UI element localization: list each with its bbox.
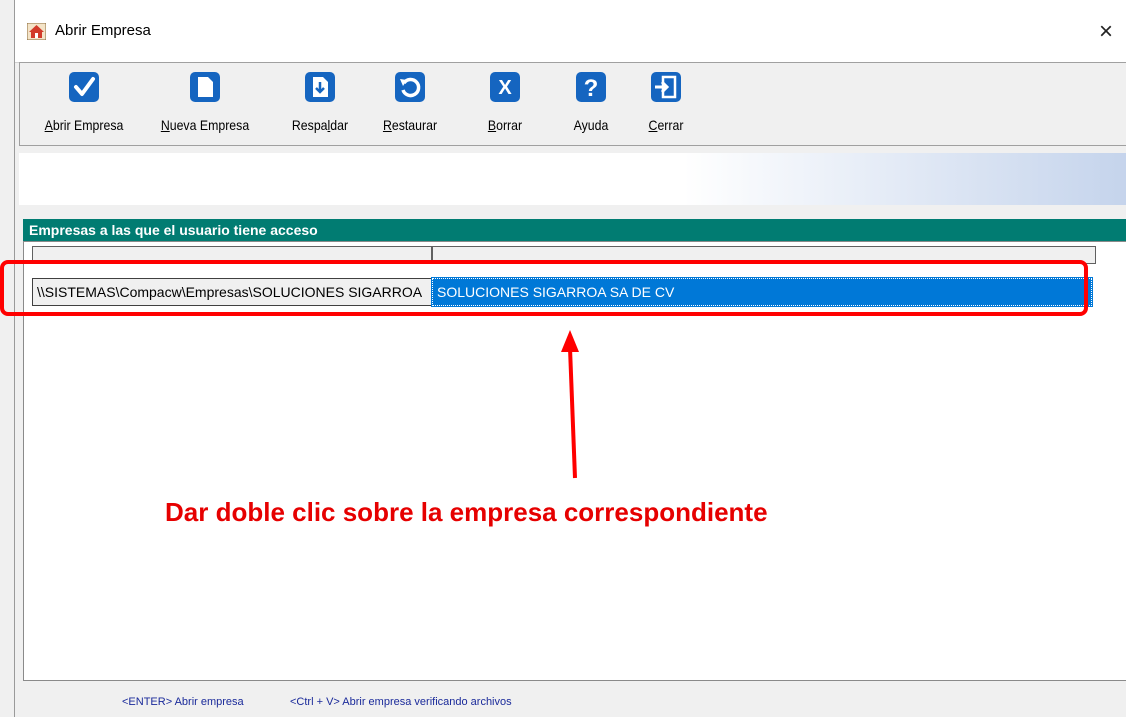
exit-icon (651, 72, 681, 102)
respaldar-label: Respaldar (291, 117, 349, 133)
svg-text:X: X (498, 77, 512, 99)
window-title: Abrir Empresa (55, 22, 151, 39)
status-enter-hint: <ENTER> Abrir empresa (122, 696, 244, 708)
annotation-text: Dar doble clic sobre la empresa correspo… (165, 497, 768, 527)
cerrar-button[interactable]: Cerrar (636, 71, 696, 141)
title-bar: Abrir Empresa × (15, 0, 1126, 63)
column-header-name[interactable] (432, 246, 1096, 264)
restaurar-label: Restaurar (382, 117, 438, 133)
svg-text:?: ? (584, 75, 599, 102)
info-bar (19, 153, 1126, 205)
help-icon: ? (576, 72, 606, 102)
close-button[interactable]: × (1091, 17, 1121, 47)
respaldar-button[interactable]: Respaldar (275, 71, 365, 141)
backup-icon (305, 72, 335, 102)
new-document-icon (190, 72, 220, 102)
borrar-button[interactable]: X Borrar (475, 71, 535, 141)
column-header-path[interactable] (32, 246, 432, 264)
restore-icon (395, 72, 425, 102)
check-icon (69, 72, 99, 102)
nueva-empresa-button[interactable]: Nueva Empresa (145, 71, 265, 141)
nueva-empresa-label: Nueva Empresa (160, 117, 250, 133)
abrir-empresa-label: Abrir Empresa (44, 117, 124, 133)
status-ctrl-v-hint: <Ctrl + V> Abrir empresa verificando arc… (290, 696, 512, 708)
grid-title: Empresas a las que el usuario tiene acce… (23, 219, 1126, 241)
cerrar-label: Cerrar (648, 117, 684, 133)
abrir-empresa-button[interactable]: Abrir Empresa (34, 71, 134, 141)
toolbar: Abrir Empresa Nueva Empresa Respaldar Re… (19, 62, 1126, 146)
red-arrow-icon (561, 330, 579, 479)
company-path-cell[interactable]: \\SISTEMAS\Compacw\Empresas\SOLUCIONES S… (32, 278, 432, 306)
ayuda-button[interactable]: ? Ayuda (561, 71, 621, 141)
borrar-label: Borrar (487, 117, 523, 133)
house-icon (26, 22, 47, 41)
restaurar-button[interactable]: Restaurar (370, 71, 450, 141)
company-name-cell[interactable]: SOLUCIONES SIGARROA SA DE CV (431, 277, 1093, 307)
delete-icon: X (490, 72, 520, 102)
ayuda-label: Ayuda (573, 117, 609, 133)
